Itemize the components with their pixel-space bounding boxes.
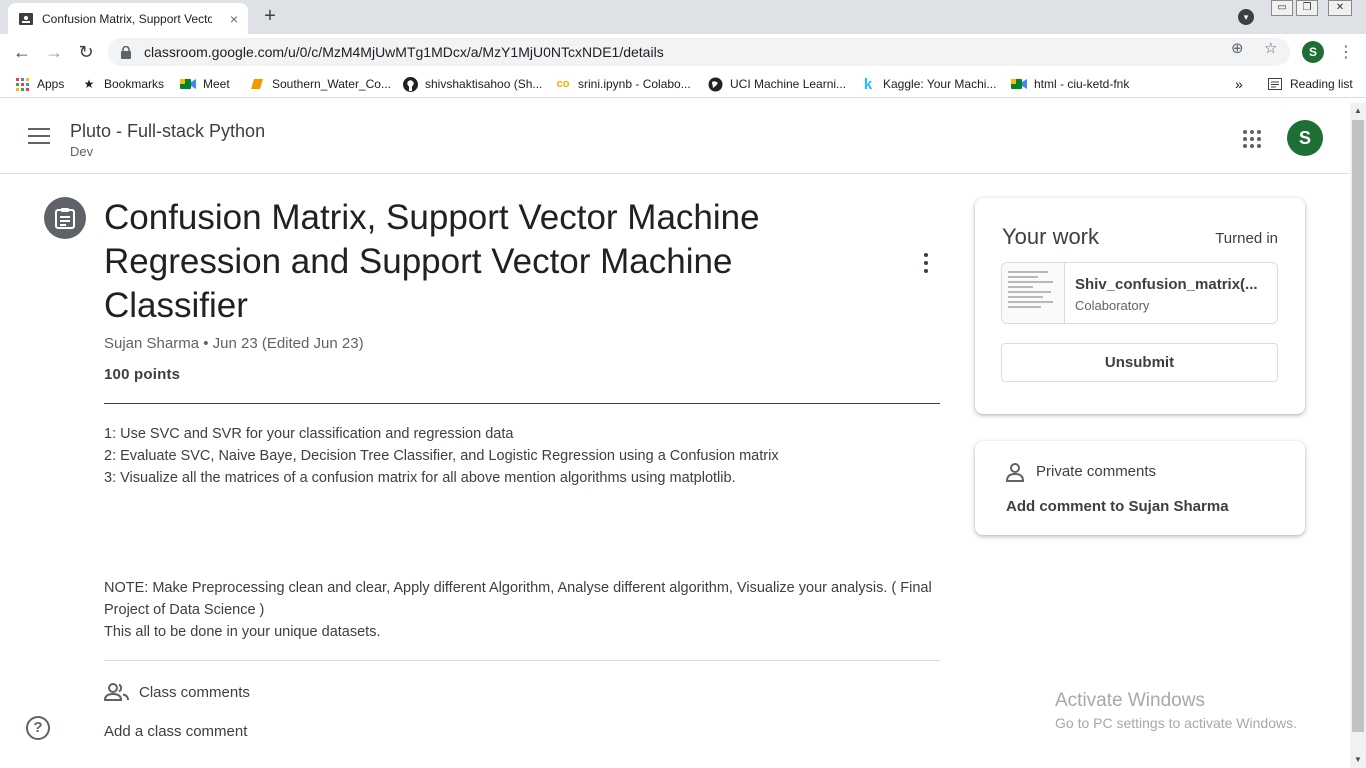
bookmark-label: html - ciu-ketd-fnk: [1034, 77, 1130, 91]
url-text: classroom.google.com/u/0/c/MzM4MjUwMTg1M…: [144, 44, 664, 60]
bookmark-label: srini.ipynb - Colabo...: [578, 77, 691, 91]
help-icon[interactable]: ?: [26, 716, 50, 740]
bookmark-label: shivshaktisahoo (Sh...: [425, 77, 543, 91]
new-tab-button[interactable]: +: [258, 5, 282, 29]
bookmarks-overflow-button[interactable]: »: [1235, 75, 1243, 93]
bookmarks-bar: Apps ★ Bookmarks Meet Southern_Water_Co.…: [0, 70, 1366, 98]
assignment-title: Confusion Matrix, Support Vector Machine…: [104, 198, 760, 325]
class-comments-label: Class comments: [139, 684, 250, 701]
scroll-up-arrow[interactable]: ▲: [1350, 103, 1366, 119]
close-window-button[interactable]: ✕: [1328, 0, 1352, 16]
bookmark-github[interactable]: shivshaktisahoo (Sh...: [402, 75, 542, 93]
zoom-icon[interactable]: ⊕: [1231, 39, 1244, 57]
your-work-card: Your work Turned in Shiv_confusion_matri…: [975, 198, 1305, 414]
classroom-favicon-icon: [18, 11, 34, 27]
divider: [104, 660, 940, 661]
activate-windows-title: Activate Windows: [1055, 690, 1205, 711]
reload-icon[interactable]: ↻: [74, 40, 98, 64]
class-section: Dev: [70, 144, 94, 159]
assignment-note: NOTE: Make Preprocessing clean and clear…: [104, 577, 940, 643]
lock-icon: [120, 45, 132, 59]
assignment-description: 1: Use SVC and SVR for your classificati…: [104, 423, 940, 489]
bookmark-colab[interactable]: co srini.ipynb - Colabo...: [555, 75, 691, 93]
globe-icon: [707, 76, 723, 92]
attachment-chip[interactable]: Shiv_confusion_matrix(... Colaboratory: [1001, 262, 1278, 324]
minimize-button[interactable]: ▭: [1271, 0, 1293, 16]
private-comments-card: Private comments Add comment to Sujan Sh…: [975, 441, 1305, 535]
forward-icon[interactable]: →: [42, 40, 66, 64]
attachment-thumbnail: [1002, 263, 1065, 323]
bookmark-label: Meet: [203, 77, 230, 91]
folder-icon: [249, 76, 265, 92]
description-line: 2: Evaluate SVC, Naive Baye, Decision Tr…: [104, 448, 779, 464]
scroll-down-arrow[interactable]: ▼: [1350, 752, 1366, 768]
browser-tab[interactable]: Confusion Matrix, Support Vector Machine…: [8, 3, 248, 34]
meet-icon: [1011, 76, 1027, 92]
reading-list-button[interactable]: Reading list: [1267, 75, 1353, 93]
tab-search-icon[interactable]: ▾: [1238, 9, 1254, 25]
account-avatar[interactable]: S: [1287, 120, 1323, 156]
person-icon: [1005, 462, 1025, 482]
classroom-header: Pluto - Full-stack Python Dev S: [0, 103, 1350, 174]
star-bookmark-icon[interactable]: ☆: [1264, 39, 1277, 57]
activate-windows-subtitle: Go to PC settings to activate Windows.: [1055, 715, 1297, 731]
meet-icon: [180, 76, 196, 92]
tab-title: Confusion Matrix, Support Vector Machine…: [42, 11, 212, 26]
assignment-icon: [44, 197, 86, 239]
colab-icon: co: [556, 78, 570, 90]
divider: [104, 403, 940, 404]
browser-menu-icon[interactable]: ⋮: [1338, 42, 1354, 62]
apps-grid-icon: [14, 76, 30, 92]
attachment-name: Shiv_confusion_matrix(...: [1075, 276, 1258, 293]
browser-toolbar: ← → ↻ classroom.google.com/u/0/c/MzM4MjU…: [0, 34, 1366, 70]
scrollbar-thumb[interactable]: [1352, 120, 1364, 732]
tab-close-icon[interactable]: ×: [230, 11, 238, 27]
description-line: 1: Use SVC and SVR for your classificati…: [104, 426, 514, 442]
profile-avatar[interactable]: S: [1302, 41, 1324, 63]
add-private-comment-button[interactable]: Add comment to Sujan Sharma: [1006, 498, 1229, 515]
bookmark-html[interactable]: html - ciu-ketd-fnk: [1011, 75, 1129, 93]
bookmark-label: Kaggle: Your Machi...: [883, 77, 997, 91]
add-class-comment-button[interactable]: Add a class comment: [104, 723, 247, 740]
description-line: 3: Visualize all the matrices of a confu…: [104, 470, 736, 486]
bookmark-label: Southern_Water_Co...: [272, 77, 391, 91]
bookmark-kaggle[interactable]: k Kaggle: Your Machi...: [860, 75, 997, 93]
back-icon[interactable]: ←: [10, 40, 34, 64]
maximize-button[interactable]: ❐: [1296, 0, 1318, 16]
private-comments-heading: Private comments: [1036, 463, 1157, 480]
submission-status: Turned in: [1215, 230, 1278, 247]
bookmark-bookmarks[interactable]: ★ Bookmarks: [81, 75, 164, 93]
kaggle-icon: k: [863, 75, 873, 93]
assignment-meta: Sujan Sharma • Jun 23 (Edited Jun 23): [104, 335, 364, 352]
bookmark-uci[interactable]: UCI Machine Learni...: [707, 75, 846, 93]
bookmark-label: Apps: [37, 77, 65, 91]
note-line: NOTE: Make Preprocessing clean and clear…: [104, 580, 932, 618]
your-work-heading: Your work: [1002, 224, 1100, 249]
assignment-points: 100 points: [104, 366, 181, 383]
unsubmit-button[interactable]: Unsubmit: [1001, 343, 1278, 382]
bookmark-label: UCI Machine Learni...: [730, 77, 847, 91]
note-line: This all to be done in your unique datas…: [104, 624, 381, 640]
attachment-type: Colaboratory: [1075, 298, 1150, 313]
reading-list-icon: [1267, 76, 1283, 92]
bookmark-apps[interactable]: Apps: [14, 75, 64, 93]
bookmark-southern-water[interactable]: Southern_Water_Co...: [249, 75, 391, 93]
more-options-icon[interactable]: [916, 250, 936, 276]
address-bar[interactable]: classroom.google.com/u/0/c/MzM4MjUwMTg1M…: [108, 38, 1290, 66]
star-icon: ★: [83, 77, 95, 91]
google-apps-icon[interactable]: [1243, 130, 1261, 148]
bookmark-meet[interactable]: Meet: [180, 75, 230, 93]
people-icon: [103, 682, 130, 702]
menu-icon[interactable]: [28, 128, 50, 146]
reading-list-label: Reading list: [1290, 77, 1353, 91]
github-icon: [402, 76, 418, 92]
bookmark-label: Bookmarks: [104, 77, 165, 91]
tab-strip: Confusion Matrix, Support Vector Machine…: [0, 0, 1366, 34]
class-name[interactable]: Pluto - Full-stack Python: [70, 121, 265, 142]
